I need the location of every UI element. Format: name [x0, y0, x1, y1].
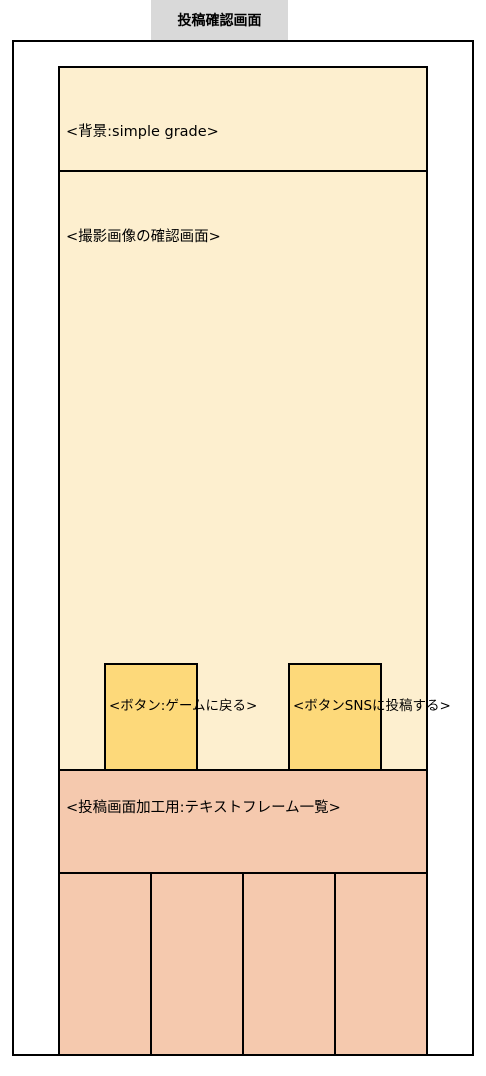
background-section	[58, 66, 428, 172]
text-frames-section	[58, 769, 428, 875]
text-frame-option[interactable]	[242, 872, 336, 1056]
text-frame-option[interactable]	[334, 872, 428, 1056]
text-frame-option[interactable]	[150, 872, 244, 1056]
photo-preview-label: <撮影画像の確認画面>	[66, 229, 221, 245]
post-to-sns-button[interactable]	[288, 663, 382, 771]
screen-title: 投稿確認画面	[177, 13, 262, 29]
back-to-game-button[interactable]	[104, 663, 198, 771]
text-frame-option[interactable]	[58, 872, 152, 1056]
screen-title-tab: 投稿確認画面	[151, 0, 288, 40]
back-to-game-label: <ボタン:ゲームに戻る>	[109, 698, 258, 714]
text-frames-label: <投稿画面加工用:テキストフレーム一覧>	[66, 800, 341, 816]
background-label: <背景:simple grade>	[66, 124, 219, 140]
post-to-sns-label: <ボタンSNSに投稿する>	[293, 698, 451, 714]
